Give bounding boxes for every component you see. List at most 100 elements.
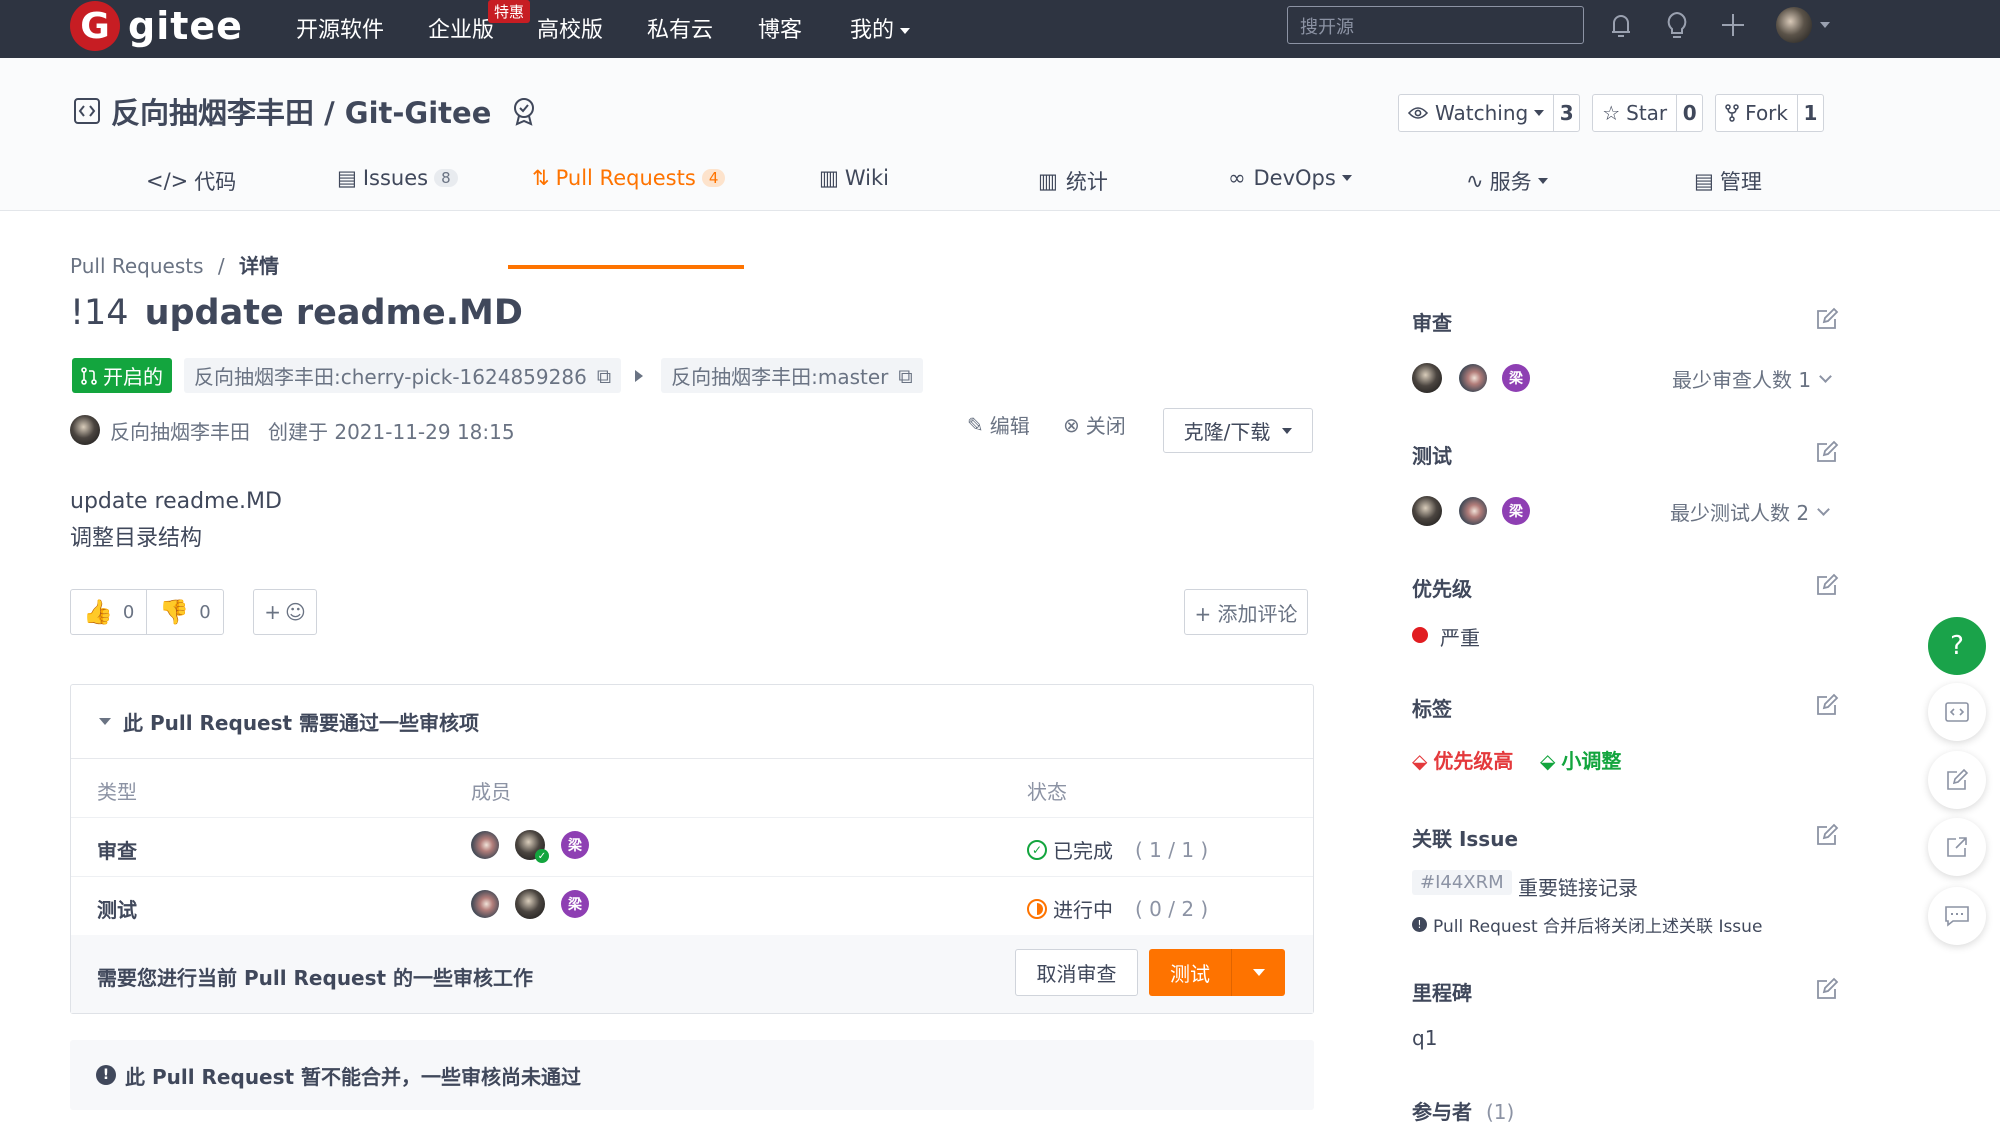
plus-icon[interactable]: [1716, 8, 1750, 42]
lightbulb-icon[interactable]: [1660, 8, 1694, 42]
test-button[interactable]: 测试: [1149, 949, 1285, 996]
avatar[interactable]: [1412, 496, 1442, 526]
chat-float-button[interactable]: [1928, 887, 1986, 945]
chevron-down-icon: [1537, 178, 1548, 184]
nav-mine[interactable]: 我的: [850, 12, 911, 44]
nav-university[interactable]: 高校版: [537, 12, 603, 44]
gitee-logo-mark: G: [70, 1, 120, 51]
edit-float-button[interactable]: [1928, 751, 1986, 809]
thumbs-up-button[interactable]: 👍 0: [71, 590, 146, 634]
edit-icon[interactable]: [1815, 440, 1839, 464]
fork-button[interactable]: Fork 1: [1715, 94, 1824, 132]
review-action-message: 需要您进行当前 Pull Request 的一些审核工作: [97, 966, 534, 990]
avatar-approved[interactable]: ✓: [515, 830, 549, 863]
table-row: 测试 梁 进行中 ( 0 / 2 ): [71, 877, 1313, 936]
tab-pull-requests[interactable]: ⇅ Pull Requests 4: [532, 166, 726, 190]
col-type: 类型: [97, 780, 137, 804]
tab-manage[interactable]: ▤ 管理: [1694, 166, 1762, 196]
test-button-label: 测试: [1170, 962, 1210, 986]
share-float-button[interactable]: [1928, 818, 1986, 876]
star-button[interactable]: ☆ Star 0: [1592, 94, 1704, 132]
tab-issues[interactable]: ▤ Issues 8: [337, 166, 458, 190]
clone-download-button[interactable]: 克隆/下载: [1163, 408, 1313, 453]
badge-icon[interactable]: [509, 96, 539, 126]
help-button[interactable]: ?: [1928, 617, 1986, 675]
sidebar-review-title: 审查: [1412, 311, 1452, 335]
pull-request-icon: [81, 366, 97, 385]
nav-blog[interactable]: 博客: [758, 12, 802, 44]
edit-icon[interactable]: [1815, 977, 1839, 1001]
chevron-down-icon[interactable]: [1820, 22, 1830, 28]
review-panel-header[interactable]: 此 Pull Request 需要通过一些审核项: [71, 685, 1313, 759]
row-type: 审查: [97, 839, 137, 863]
watching-count[interactable]: 3: [1553, 95, 1579, 131]
breadcrumb-pull-requests[interactable]: Pull Requests: [70, 254, 204, 278]
nav-private-cloud[interactable]: 私有云: [647, 12, 713, 44]
avatar[interactable]: 梁: [1502, 364, 1530, 392]
fork-count[interactable]: 1: [1797, 95, 1823, 131]
linked-issue-title[interactable]: 重要链接记录: [1518, 872, 1638, 901]
search-input[interactable]: 搜开源: [1287, 6, 1584, 44]
watching-label: Watching: [1435, 101, 1529, 125]
avatar[interactable]: [471, 831, 499, 859]
user-avatar[interactable]: [1776, 7, 1812, 43]
chevron-down-icon: [900, 28, 911, 34]
author-avatar[interactable]: [70, 415, 100, 445]
nav-enterprise[interactable]: 企业版: [428, 12, 494, 44]
code-icon: </>: [146, 169, 189, 193]
milestone-value[interactable]: q1: [1412, 1026, 1437, 1050]
label-tag-text: 小调整: [1561, 749, 1622, 773]
copy-icon[interactable]: ⧉: [597, 364, 611, 388]
gitee-logo[interactable]: G gitee: [70, 1, 243, 51]
avatar[interactable]: 梁: [561, 890, 589, 918]
tag-icon: ⬙: [1540, 749, 1556, 773]
add-reaction-button[interactable]: + ☺: [253, 589, 317, 635]
avatar[interactable]: [1459, 364, 1487, 392]
tab-stats[interactable]: ▥ 统计: [1038, 166, 1108, 196]
copy-icon[interactable]: ⧉: [898, 364, 912, 388]
avatar[interactable]: 梁: [561, 831, 589, 859]
avatar[interactable]: 梁: [1502, 497, 1530, 525]
avatar[interactable]: [1412, 363, 1442, 393]
review-table-header: 类型 成员 状态: [71, 759, 1313, 818]
min-testers-select[interactable]: 最少测试人数 2: [1670, 497, 1830, 526]
close-action[interactable]: ⊗ 关闭: [1063, 410, 1126, 439]
watching-button[interactable]: Watching 3: [1398, 94, 1581, 132]
check-icon: ✓: [535, 849, 549, 863]
tab-code[interactable]: </> 代码: [146, 166, 236, 196]
bell-icon[interactable]: [1604, 8, 1638, 42]
avatar[interactable]: [471, 890, 499, 918]
tab-pull-requests-count: 4: [701, 169, 726, 187]
reaction-bar: 👍 0 👎 0: [70, 589, 224, 635]
arrow-right-icon: [635, 369, 644, 382]
avatar[interactable]: [515, 889, 545, 919]
edit-icon[interactable]: [1815, 573, 1839, 597]
target-branch-name[interactable]: 反向抽烟李丰田:master: [671, 361, 888, 390]
tab-wiki[interactable]: ▥ Wiki: [819, 166, 889, 190]
author-name[interactable]: 反向抽烟李丰田: [110, 416, 250, 445]
edit-icon[interactable]: [1815, 307, 1839, 331]
cancel-review-button[interactable]: 取消审查: [1015, 949, 1138, 996]
source-branch-name[interactable]: 反向抽烟李丰田:cherry-pick-1624859286: [194, 361, 587, 390]
tab-devops[interactable]: ∞ DevOps: [1228, 166, 1352, 190]
eye-icon: [1408, 107, 1428, 119]
nav-open-source[interactable]: 开源软件: [296, 12, 384, 44]
star-count[interactable]: 0: [1676, 95, 1702, 131]
edit-icon[interactable]: [1815, 693, 1839, 717]
linked-issue-id[interactable]: #I44XRM: [1412, 870, 1512, 895]
repo-name[interactable]: 反向抽烟李丰田 / Git-Gitee: [111, 90, 491, 132]
label-tag[interactable]: ⬙ 优先级高: [1412, 745, 1513, 774]
tab-services[interactable]: ∿ 服务: [1466, 166, 1548, 196]
edit-action[interactable]: ✎ 编辑: [967, 410, 1030, 439]
review-panel-title: 此 Pull Request 需要通过一些审核项: [123, 711, 480, 735]
created-time: 创建于 2021-11-29 18:15: [268, 419, 515, 444]
min-reviewers-select[interactable]: 最少审查人数 1: [1672, 364, 1832, 393]
row-members: 梁: [471, 889, 589, 919]
edit-icon[interactable]: [1815, 823, 1839, 847]
thumbs-down-button[interactable]: 👎 0: [146, 590, 222, 634]
avatar[interactable]: [1459, 497, 1487, 525]
code-float-button[interactable]: [1928, 683, 1986, 741]
test-dropdown-toggle[interactable]: [1231, 949, 1285, 996]
label-tag[interactable]: ⬙ 小调整: [1540, 745, 1621, 774]
add-comment-button[interactable]: + 添加评论: [1184, 589, 1308, 635]
